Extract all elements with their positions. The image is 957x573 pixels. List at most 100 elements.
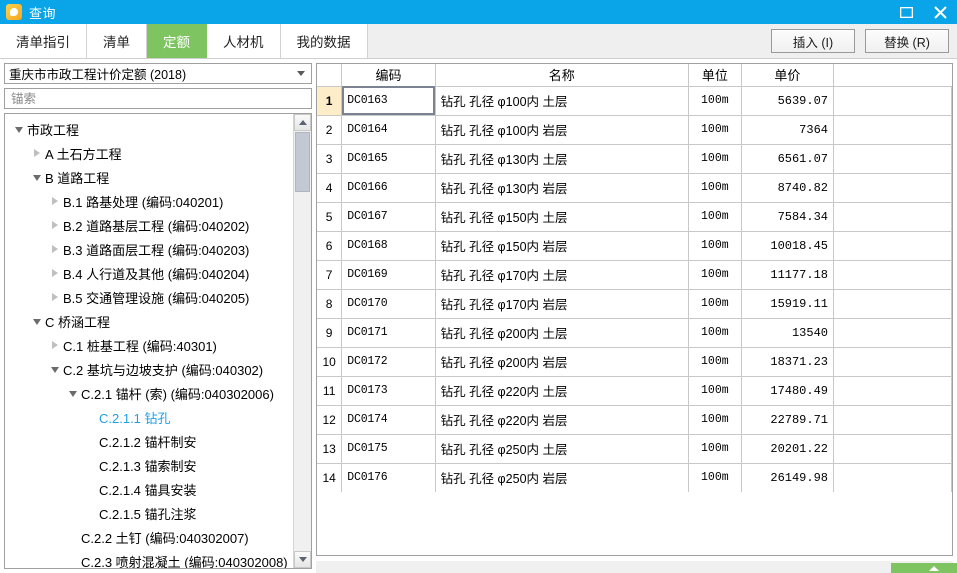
code-cell[interactable]: DC0163 xyxy=(341,86,436,116)
unit-cell[interactable]: 100m xyxy=(688,260,742,290)
name-cell[interactable]: 钻孔 孔径 φ200内 土层 xyxy=(435,318,689,348)
name-cell[interactable]: 钻孔 孔径 φ200内 岩层 xyxy=(435,347,689,377)
name-cell[interactable]: 钻孔 孔径 φ170内 土层 xyxy=(435,260,689,290)
name-cell[interactable]: 钻孔 孔径 φ220内 土层 xyxy=(435,376,689,406)
price-cell[interactable]: 5639.07 xyxy=(741,86,834,116)
tree-node[interactable]: B.2 道路基层工程 (编码:040202) xyxy=(5,213,293,237)
tree-node[interactable]: B.3 道路面层工程 (编码:040203) xyxy=(5,237,293,261)
code-cell[interactable]: DC0176 xyxy=(341,463,436,492)
code-cell[interactable]: DC0169 xyxy=(341,260,436,290)
tab-qingdan-zhiyin[interactable]: 清单指引 xyxy=(0,24,87,58)
name-cell[interactable]: 钻孔 孔径 φ250内 土层 xyxy=(435,434,689,464)
table-row[interactable]: 5 DC0167 钻孔 孔径 φ150内 土层 100m 7584.34 xyxy=(317,202,952,232)
name-cell[interactable]: 钻孔 孔径 φ130内 岩层 xyxy=(435,173,689,203)
tree-expand-open-icon[interactable] xyxy=(29,317,45,325)
tree-node[interactable]: C.1 桩基工程 (编码:40301) xyxy=(5,333,293,357)
tree-expand-open-icon[interactable] xyxy=(65,389,81,397)
search-box[interactable] xyxy=(4,88,312,109)
code-cell[interactable]: DC0173 xyxy=(341,376,436,406)
tree-node[interactable]: B 道路工程 xyxy=(5,165,293,189)
name-cell[interactable]: 钻孔 孔径 φ150内 土层 xyxy=(435,202,689,232)
price-cell[interactable]: 7584.34 xyxy=(741,202,834,232)
code-cell[interactable]: DC0172 xyxy=(341,347,436,377)
tree-node[interactable]: C.2.1.1 钻孔 xyxy=(5,405,293,429)
code-cell[interactable]: DC0165 xyxy=(341,144,436,174)
table-row[interactable]: 6 DC0168 钻孔 孔径 φ150内 岩层 100m 10018.45 xyxy=(317,231,952,261)
code-cell[interactable]: DC0164 xyxy=(341,115,436,145)
price-cell[interactable]: 17480.49 xyxy=(741,376,834,406)
tree-scrollbar[interactable] xyxy=(293,114,311,568)
table-row[interactable]: 14 DC0176 钻孔 孔径 φ250内 岩层 100m 26149.98 xyxy=(317,463,952,492)
unit-cell[interactable]: 100m xyxy=(688,86,742,116)
tree-expand-closed-icon[interactable] xyxy=(47,269,63,277)
col-header-unit[interactable]: 单位 xyxy=(688,64,742,87)
table-row[interactable]: 10 DC0172 钻孔 孔径 φ200内 岩层 100m 18371.23 xyxy=(317,347,952,377)
tree-node[interactable]: C.2.1.5 锚孔注浆 xyxy=(5,501,293,525)
tab-qingdan[interactable]: 清单 xyxy=(87,24,147,58)
price-cell[interactable]: 6561.07 xyxy=(741,144,834,174)
tree-expand-closed-icon[interactable] xyxy=(47,245,63,253)
tab-dinge[interactable]: 定额 xyxy=(147,24,207,58)
search-input[interactable] xyxy=(9,90,307,107)
tree-node[interactable]: C.2.1 锚杆 (索) (编码:040302006) xyxy=(5,381,293,405)
unit-cell[interactable]: 100m xyxy=(688,289,742,319)
table-row[interactable]: 12 DC0174 钻孔 孔径 φ220内 岩层 100m 22789.71 xyxy=(317,405,952,435)
tree-node[interactable]: B.5 交通管理设施 (编码:040205) xyxy=(5,285,293,309)
unit-cell[interactable]: 100m xyxy=(688,434,742,464)
price-cell[interactable]: 7364 xyxy=(741,115,834,145)
tree-expand-open-icon[interactable] xyxy=(47,365,63,373)
tree-node[interactable]: 市政工程 xyxy=(5,117,293,141)
tree-expand-open-icon[interactable] xyxy=(11,125,27,133)
insert-button[interactable]: 插入 (I) xyxy=(771,29,855,53)
tree-expand-open-icon[interactable] xyxy=(29,173,45,181)
price-cell[interactable]: 13540 xyxy=(741,318,834,348)
tree-node[interactable]: C.2.1.2 锚杆制安 xyxy=(5,429,293,453)
price-cell[interactable]: 11177.18 xyxy=(741,260,834,290)
tree-node[interactable]: C.2.1.3 锚索制安 xyxy=(5,453,293,477)
maximize-icon[interactable] xyxy=(889,0,923,24)
tree-node[interactable]: B.1 路基处理 (编码:040201) xyxy=(5,189,293,213)
name-cell[interactable]: 钻孔 孔径 φ170内 岩层 xyxy=(435,289,689,319)
tree-node[interactable]: C.2.2 土钉 (编码:040302007) xyxy=(5,525,293,549)
price-cell[interactable]: 8740.82 xyxy=(741,173,834,203)
scroll-up-button[interactable] xyxy=(294,114,311,131)
code-cell[interactable]: DC0170 xyxy=(341,289,436,319)
name-cell[interactable]: 钻孔 孔径 φ220内 岩层 xyxy=(435,405,689,435)
name-cell[interactable]: 钻孔 孔径 φ150内 岩层 xyxy=(435,231,689,261)
unit-cell[interactable]: 100m xyxy=(688,463,742,492)
unit-cell[interactable]: 100m xyxy=(688,144,742,174)
price-cell[interactable]: 15919.11 xyxy=(741,289,834,319)
close-icon[interactable] xyxy=(923,0,957,24)
code-cell[interactable]: DC0167 xyxy=(341,202,436,232)
table-row[interactable]: 11 DC0173 钻孔 孔径 φ220内 土层 100m 17480.49 xyxy=(317,376,952,406)
scrollbar-thumb[interactable] xyxy=(295,132,310,192)
table-row[interactable]: 13 DC0175 钻孔 孔径 φ250内 土层 100m 20201.22 xyxy=(317,434,952,464)
tree-expand-closed-icon[interactable] xyxy=(29,149,45,157)
tree-node[interactable]: B.4 人行道及其他 (编码:040204) xyxy=(5,261,293,285)
replace-button[interactable]: 替换 (R) xyxy=(865,29,949,53)
name-cell[interactable]: 钻孔 孔径 φ130内 土层 xyxy=(435,144,689,174)
table-row[interactable]: 1 DC0163 钻孔 孔径 φ100内 土层 100m 5639.07 xyxy=(317,86,952,116)
name-cell[interactable]: 钻孔 孔径 φ250内 岩层 xyxy=(435,463,689,492)
code-cell[interactable]: DC0168 xyxy=(341,231,436,261)
tree-expand-closed-icon[interactable] xyxy=(47,221,63,229)
tree-expand-closed-icon[interactable] xyxy=(47,341,63,349)
tree-node[interactable]: C 桥涵工程 xyxy=(5,309,293,333)
unit-cell[interactable]: 100m xyxy=(688,376,742,406)
unit-cell[interactable]: 100m xyxy=(688,202,742,232)
tree-expand-closed-icon[interactable] xyxy=(47,197,63,205)
unit-cell[interactable]: 100m xyxy=(688,318,742,348)
tab-rencaiji[interactable]: 人材机 xyxy=(207,24,281,58)
price-cell[interactable]: 10018.45 xyxy=(741,231,834,261)
table-row[interactable]: 8 DC0170 钻孔 孔径 φ170内 岩层 100m 15919.11 xyxy=(317,289,952,319)
tree-expand-closed-icon[interactable] xyxy=(47,293,63,301)
price-cell[interactable]: 26149.98 xyxy=(741,463,834,492)
table-row[interactable]: 7 DC0169 钻孔 孔径 φ170内 土层 100m 11177.18 xyxy=(317,260,952,290)
tree-node[interactable]: C.2.1.4 锚具安装 xyxy=(5,477,293,501)
unit-cell[interactable]: 100m xyxy=(688,173,742,203)
name-cell[interactable]: 钻孔 孔径 φ100内 土层 xyxy=(435,86,689,116)
tree-node[interactable]: C.2.3 喷射混凝土 (编码:040302008) xyxy=(5,549,293,569)
scroll-down-button[interactable] xyxy=(294,551,311,568)
library-select[interactable]: 重庆市市政工程计价定额 (2018) xyxy=(4,63,312,84)
price-cell[interactable]: 20201.22 xyxy=(741,434,834,464)
